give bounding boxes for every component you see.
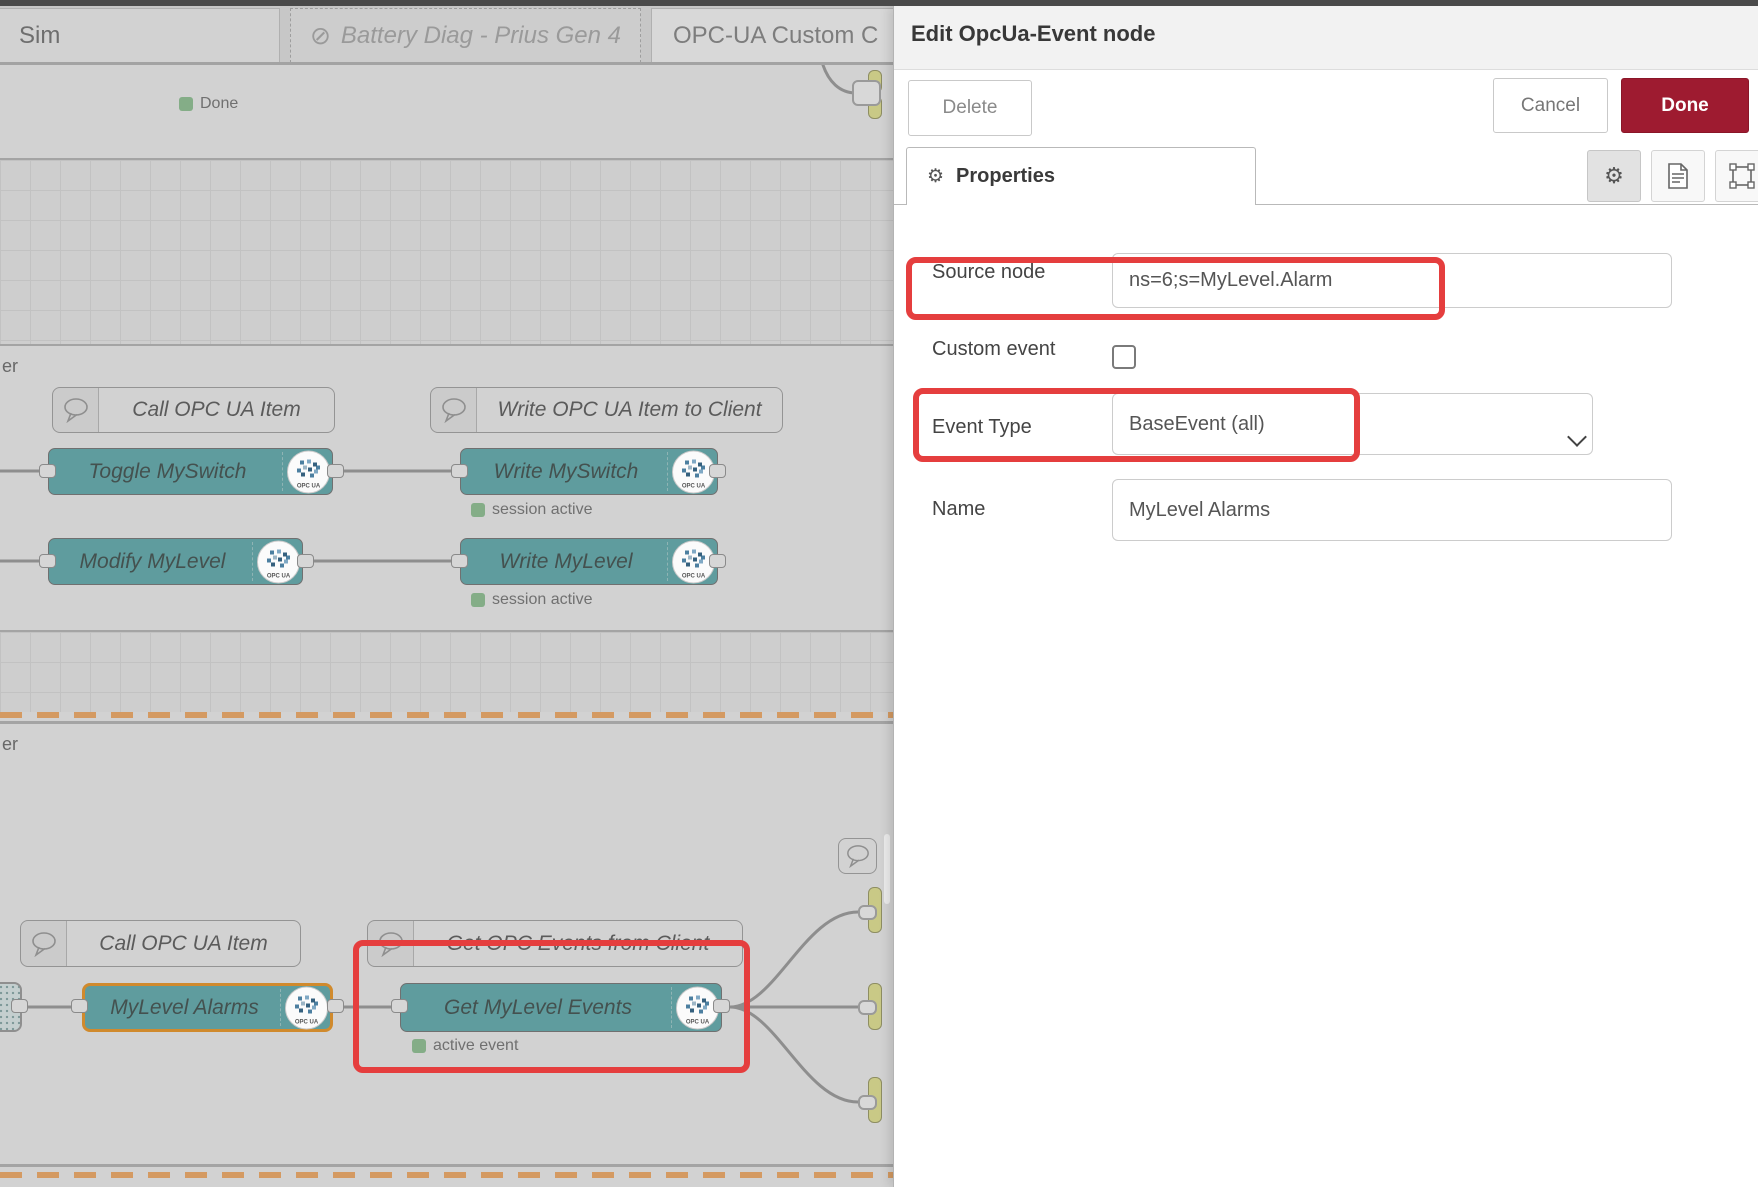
node-port[interactable] <box>852 80 881 106</box>
group-border-line <box>0 1164 893 1167</box>
group-label: er <box>2 734 18 755</box>
flow-tab-sim[interactable]: Sim <box>0 8 280 63</box>
source-node-label: Source node <box>932 261 1045 284</box>
comment-node-stub[interactable] <box>838 838 877 874</box>
selected-group-border <box>0 1172 893 1178</box>
grid-band <box>0 632 893 712</box>
output-port[interactable] <box>327 999 344 1013</box>
group-border-line <box>0 344 893 346</box>
edit-properties-icon-button[interactable]: ⚙ <box>1587 150 1641 202</box>
opcua-node-modify-mylevel[interactable]: Modify MyLevel OPC UA <box>48 538 303 585</box>
workspace-top-strip <box>0 0 1758 6</box>
comment-node[interactable]: Get OPC Events from Client <box>367 920 743 967</box>
event-type-select[interactable]: BaseEvent (all) <box>1112 393 1593 455</box>
input-port[interactable] <box>858 1000 877 1015</box>
comment-label: Write OPC UA Item to Client <box>477 398 782 422</box>
output-port[interactable] <box>709 554 726 568</box>
comment-node[interactable]: Call OPC UA Item <box>52 387 335 433</box>
output-port[interactable] <box>709 464 726 478</box>
canvas-scrollbar[interactable] <box>884 834 890 904</box>
tab-properties[interactable]: ⚙ Properties <box>906 147 1256 205</box>
status-dot-icon <box>471 593 485 607</box>
tray-title: Edit OpcUa-Event node <box>911 21 1155 47</box>
event-type-label: Event Type <box>932 416 1032 439</box>
cancel-button[interactable]: Cancel <box>1493 78 1608 133</box>
input-port[interactable] <box>39 554 56 568</box>
comment-node[interactable]: Write OPC UA Item to Client <box>430 387 783 433</box>
flow-canvas[interactable]: er er Done <box>0 65 893 1187</box>
done-button[interactable]: Done <box>1621 78 1749 133</box>
comment-bubble-icon <box>53 388 99 432</box>
opcua-badge-icon: OPC UA <box>285 986 328 1029</box>
node-status: session active <box>471 501 593 519</box>
custom-event-checkbox[interactable] <box>1112 345 1136 369</box>
input-port[interactable] <box>391 999 408 1013</box>
status-dot-icon <box>471 503 485 517</box>
disabled-flow-icon: ⊘ <box>310 21 331 51</box>
output-port[interactable] <box>327 464 344 478</box>
input-port[interactable] <box>39 464 56 478</box>
status-dot-icon <box>412 1039 426 1053</box>
appearance-icon <box>1729 163 1755 189</box>
comment-bubble-icon <box>21 921 67 966</box>
comment-label: Call OPC UA Item <box>67 932 300 956</box>
name-input[interactable]: MyLevel Alarms <box>1112 479 1672 541</box>
gear-icon: ⚙ <box>927 165 944 188</box>
name-label: Name <box>932 498 985 521</box>
input-port[interactable] <box>858 905 877 920</box>
comment-label: Get OPC Events from Client <box>414 932 742 956</box>
opcua-badge-icon: OPC UA <box>257 540 300 583</box>
delete-button[interactable]: Delete <box>908 80 1032 136</box>
opcua-node-toggle-myswitch[interactable]: Toggle MySwitch OPC UA <box>48 448 333 495</box>
comment-bubble-icon <box>431 388 477 432</box>
output-port[interactable] <box>713 999 730 1013</box>
edit-node-tray: Edit OpcUa-Event node Delete Cancel Done… <box>893 6 1758 1187</box>
source-node-input[interactable]: ns=6;s=MyLevel.Alarm <box>1112 253 1672 308</box>
node-status: session active <box>471 591 593 609</box>
opcua-badge-icon: OPC UA <box>287 450 330 493</box>
group-label: er <box>2 356 18 377</box>
input-port[interactable] <box>451 464 468 478</box>
opcua-node-write-mylevel[interactable]: Write MyLevel OPC UA <box>460 538 718 585</box>
comment-node[interactable]: Call OPC UA Item <box>20 920 301 967</box>
input-port[interactable] <box>858 1095 877 1110</box>
input-port[interactable] <box>71 999 88 1013</box>
opcua-node-mylevel-alarms[interactable]: MyLevel Alarms OPC UA <box>82 983 333 1032</box>
document-icon <box>1668 163 1688 189</box>
gear-icon: ⚙ <box>1604 163 1624 189</box>
appearance-icon-button[interactable] <box>1715 150 1758 202</box>
flow-tab-battery-diag[interactable]: ⊘ Battery Diag - Prius Gen 4 <box>290 8 641 63</box>
description-icon-button[interactable] <box>1651 150 1705 202</box>
opcua-node-get-mylevel-events[interactable]: Get MyLevel Events OPC UA <box>400 983 722 1032</box>
comment-label: Call OPC UA Item <box>99 398 334 422</box>
comment-bubble-icon <box>368 921 414 966</box>
node-red-editor: er er Done <box>0 0 1758 1187</box>
output-port[interactable] <box>297 554 314 568</box>
grid-band <box>0 160 893 344</box>
output-port[interactable] <box>11 999 28 1013</box>
node-status: active event <box>412 1037 518 1055</box>
group-border-line <box>0 721 893 724</box>
custom-event-label: Custom event <box>932 338 1055 361</box>
opcua-node-write-myswitch[interactable]: Write MySwitch OPC UA <box>460 448 718 495</box>
selected-group-border <box>0 712 893 718</box>
tab-bar-border <box>0 62 893 65</box>
status-dot-icon <box>179 97 193 111</box>
input-port[interactable] <box>451 554 468 568</box>
flow-tab-opcua-custom[interactable]: OPC-UA Custom C <box>651 8 911 63</box>
node-status-done: Done <box>179 95 238 113</box>
comment-bubble-icon <box>839 839 876 873</box>
